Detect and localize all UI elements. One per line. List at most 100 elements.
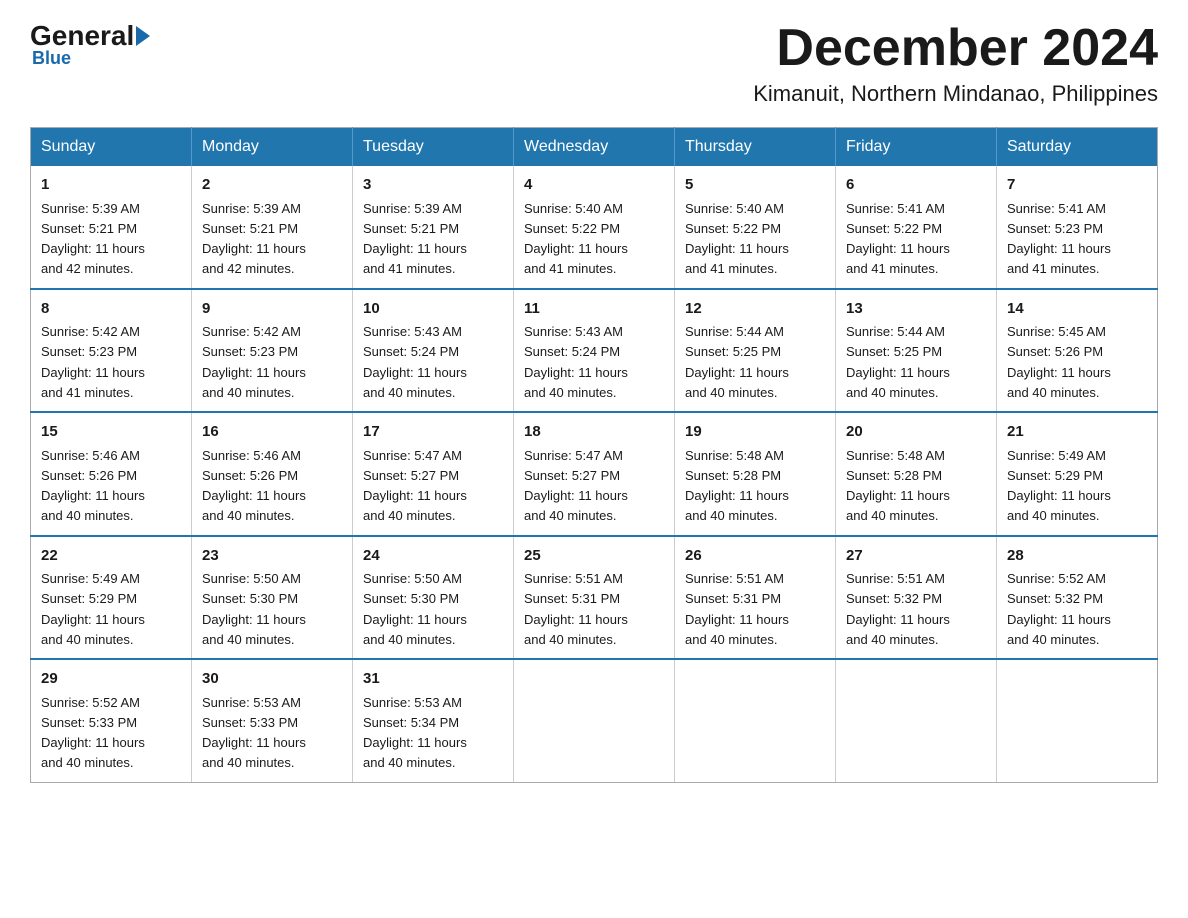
table-row: 9 Sunrise: 5:42 AMSunset: 5:23 PMDaylight… [192, 289, 353, 413]
day-number: 15 [41, 421, 181, 444]
col-friday: Friday [836, 128, 997, 167]
col-monday: Monday [192, 128, 353, 167]
day-number: 9 [202, 298, 342, 321]
table-row: 18Sunrise: 5:47 AMSunset: 5:27 PMDayligh… [514, 412, 675, 536]
day-info: Sunrise: 5:51 AMSunset: 5:32 PMDaylight:… [846, 571, 950, 647]
day-info: Sunrise: 5:40 AMSunset: 5:22 PMDaylight:… [685, 201, 789, 277]
logo-blue-text: Blue [30, 48, 71, 69]
day-info: Sunrise: 5:39 AMSunset: 5:21 PMDaylight:… [363, 201, 467, 277]
calendar-week-row: 15 Sunrise: 5:46 AMSunset: 5:26 PMDayligh… [31, 412, 1158, 536]
table-row: 1Sunrise: 5:39 AMSunset: 5:21 PMDaylight… [31, 166, 192, 289]
day-info: Sunrise: 5:44 AMSunset: 5:25 PMDaylight:… [846, 324, 950, 400]
day-number: 11 [524, 298, 664, 321]
table-row [836, 659, 997, 782]
day-info: Sunrise: 5:49 AMSunset: 5:29 PMDaylight:… [41, 571, 145, 647]
day-number: 25 [524, 545, 664, 568]
table-row: 26 Sunrise: 5:51 AMSunset: 5:31 PMDayligh… [675, 536, 836, 660]
table-row: 23Sunrise: 5:50 AMSunset: 5:30 PMDayligh… [192, 536, 353, 660]
day-info: Sunrise: 5:44 AMSunset: 5:25 PMDaylight:… [685, 324, 789, 400]
table-row: 10Sunrise: 5:43 AMSunset: 5:24 PMDayligh… [353, 289, 514, 413]
day-number: 30 [202, 668, 342, 691]
day-number: 26 [685, 545, 825, 568]
calendar-week-row: 29 Sunrise: 5:52 AMSunset: 5:33 PMDayligh… [31, 659, 1158, 782]
table-row: 29 Sunrise: 5:52 AMSunset: 5:33 PMDayligh… [31, 659, 192, 782]
day-number: 22 [41, 545, 181, 568]
calendar-table: Sunday Monday Tuesday Wednesday Thursday… [30, 127, 1158, 783]
day-number: 5 [685, 174, 825, 197]
location-title: Kimanuit, Northern Mindanao, Philippines [753, 81, 1158, 107]
day-info: Sunrise: 5:45 AMSunset: 5:26 PMDaylight:… [1007, 324, 1111, 400]
day-info: Sunrise: 5:46 AMSunset: 5:26 PMDaylight:… [41, 448, 145, 524]
day-info: Sunrise: 5:41 AMSunset: 5:23 PMDaylight:… [1007, 201, 1111, 277]
day-info: Sunrise: 5:43 AMSunset: 5:24 PMDaylight:… [524, 324, 628, 400]
day-info: Sunrise: 5:42 AMSunset: 5:23 PMDaylight:… [41, 324, 145, 400]
day-number: 3 [363, 174, 503, 197]
table-row: 13 Sunrise: 5:44 AMSunset: 5:25 PMDayligh… [836, 289, 997, 413]
day-number: 6 [846, 174, 986, 197]
month-title: December 2024 [753, 20, 1158, 77]
day-number: 2 [202, 174, 342, 197]
day-number: 17 [363, 421, 503, 444]
day-info: Sunrise: 5:47 AMSunset: 5:27 PMDaylight:… [363, 448, 467, 524]
day-number: 28 [1007, 545, 1147, 568]
table-row: 24 Sunrise: 5:50 AMSunset: 5:30 PMDayligh… [353, 536, 514, 660]
table-row: 16Sunrise: 5:46 AMSunset: 5:26 PMDayligh… [192, 412, 353, 536]
table-row [997, 659, 1158, 782]
day-info: Sunrise: 5:39 AMSunset: 5:21 PMDaylight:… [202, 201, 306, 277]
day-info: Sunrise: 5:52 AMSunset: 5:33 PMDaylight:… [41, 695, 145, 771]
day-number: 18 [524, 421, 664, 444]
day-info: Sunrise: 5:50 AMSunset: 5:30 PMDaylight:… [202, 571, 306, 647]
table-row: 17 Sunrise: 5:47 AMSunset: 5:27 PMDayligh… [353, 412, 514, 536]
table-row: 7Sunrise: 5:41 AMSunset: 5:23 PMDaylight… [997, 166, 1158, 289]
day-number: 19 [685, 421, 825, 444]
table-row: 8 Sunrise: 5:42 AMSunset: 5:23 PMDaylight… [31, 289, 192, 413]
table-row: 5 Sunrise: 5:40 AMSunset: 5:22 PMDaylight… [675, 166, 836, 289]
day-number: 13 [846, 298, 986, 321]
col-thursday: Thursday [675, 128, 836, 167]
table-row: 28 Sunrise: 5:52 AMSunset: 5:32 PMDayligh… [997, 536, 1158, 660]
logo-arrow-icon [136, 26, 150, 46]
day-info: Sunrise: 5:52 AMSunset: 5:32 PMDaylight:… [1007, 571, 1111, 647]
table-row: 4 Sunrise: 5:40 AMSunset: 5:22 PMDaylight… [514, 166, 675, 289]
calendar-header-row: Sunday Monday Tuesday Wednesday Thursday… [31, 128, 1158, 167]
day-number: 29 [41, 668, 181, 691]
table-row: 31 Sunrise: 5:53 AMSunset: 5:34 PMDayligh… [353, 659, 514, 782]
day-info: Sunrise: 5:48 AMSunset: 5:28 PMDaylight:… [685, 448, 789, 524]
calendar-week-row: 8 Sunrise: 5:42 AMSunset: 5:23 PMDaylight… [31, 289, 1158, 413]
day-info: Sunrise: 5:41 AMSunset: 5:22 PMDaylight:… [846, 201, 950, 277]
table-row [675, 659, 836, 782]
day-number: 1 [41, 174, 181, 197]
day-number: 4 [524, 174, 664, 197]
day-number: 8 [41, 298, 181, 321]
calendar-week-row: 22 Sunrise: 5:49 AMSunset: 5:29 PMDayligh… [31, 536, 1158, 660]
col-wednesday: Wednesday [514, 128, 675, 167]
page-header: General Blue December 2024 Kimanuit, Nor… [30, 20, 1158, 107]
day-info: Sunrise: 5:51 AMSunset: 5:31 PMDaylight:… [524, 571, 628, 647]
table-row: 19 Sunrise: 5:48 AMSunset: 5:28 PMDayligh… [675, 412, 836, 536]
day-number: 14 [1007, 298, 1147, 321]
day-info: Sunrise: 5:51 AMSunset: 5:31 PMDaylight:… [685, 571, 789, 647]
calendar-week-row: 1 Sunrise: 5:39 AMSunset: 5:21 PMDaylight… [31, 166, 1158, 289]
day-number: 31 [363, 668, 503, 691]
table-row: 14 Sunrise: 5:45 AMSunset: 5:26 PMDayligh… [997, 289, 1158, 413]
day-info: Sunrise: 5:49 AMSunset: 5:29 PMDaylight:… [1007, 448, 1111, 524]
day-number: 16 [202, 421, 342, 444]
col-sunday: Sunday [31, 128, 192, 167]
table-row: 6 Sunrise: 5:41 AMSunset: 5:22 PMDaylight… [836, 166, 997, 289]
table-row: 30Sunrise: 5:53 AMSunset: 5:33 PMDayligh… [192, 659, 353, 782]
day-number: 12 [685, 298, 825, 321]
day-info: Sunrise: 5:50 AMSunset: 5:30 PMDaylight:… [363, 571, 467, 647]
day-number: 10 [363, 298, 503, 321]
table-row: 27Sunrise: 5:51 AMSunset: 5:32 PMDayligh… [836, 536, 997, 660]
day-info: Sunrise: 5:40 AMSunset: 5:22 PMDaylight:… [524, 201, 628, 277]
day-info: Sunrise: 5:53 AMSunset: 5:34 PMDaylight:… [363, 695, 467, 771]
table-row: 15 Sunrise: 5:46 AMSunset: 5:26 PMDayligh… [31, 412, 192, 536]
table-row: 25 Sunrise: 5:51 AMSunset: 5:31 PMDayligh… [514, 536, 675, 660]
title-block: December 2024 Kimanuit, Northern Mindana… [753, 20, 1158, 107]
day-number: 20 [846, 421, 986, 444]
table-row: 12 Sunrise: 5:44 AMSunset: 5:25 PMDayligh… [675, 289, 836, 413]
col-tuesday: Tuesday [353, 128, 514, 167]
day-number: 24 [363, 545, 503, 568]
table-row: 22 Sunrise: 5:49 AMSunset: 5:29 PMDayligh… [31, 536, 192, 660]
day-info: Sunrise: 5:42 AMSunset: 5:23 PMDaylight:… [202, 324, 306, 400]
